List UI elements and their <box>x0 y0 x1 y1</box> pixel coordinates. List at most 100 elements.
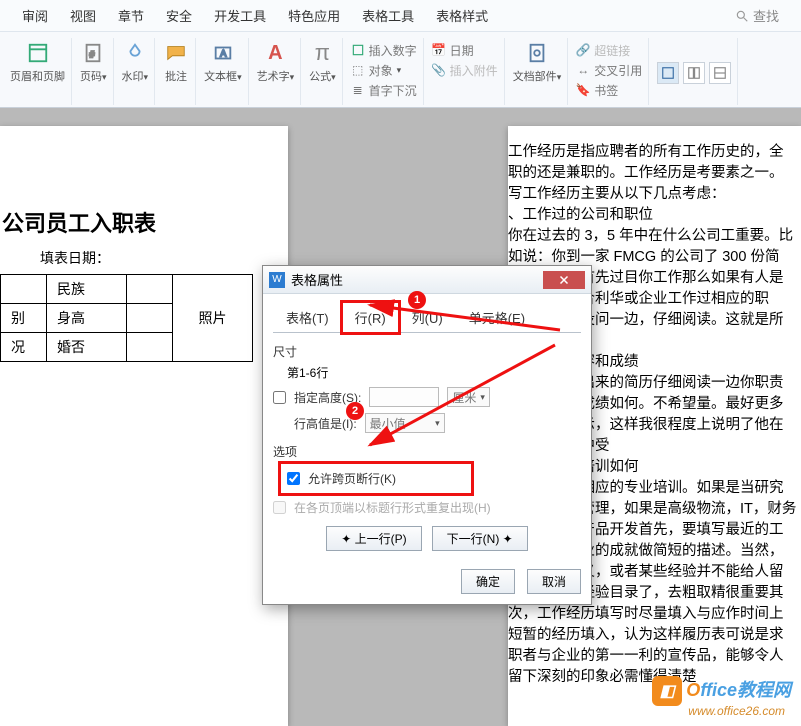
view-mode-1[interactable] <box>657 62 679 84</box>
page-num-label: 页码 <box>80 71 102 83</box>
btn-datetime[interactable]: 📅日期 <box>432 40 474 60</box>
header-footer-icon <box>25 40 51 66</box>
wm-text: ffice教程网 <box>700 680 791 700</box>
fill-date-label: 填表日期： <box>0 248 264 268</box>
rows-label: 第1-6行 <box>287 364 581 381</box>
menu-table-tools[interactable]: 表格工具 <box>362 6 414 25</box>
watermark-icon <box>122 40 148 66</box>
textbox-label: 文本框 <box>204 71 237 83</box>
group-view-mode <box>651 38 738 105</box>
watermark-logo-icon: ◧ <box>652 676 682 706</box>
size-section-label: 尺寸 <box>273 343 581 360</box>
group-formula[interactable]: π 公式▾ <box>303 38 343 105</box>
watermark: ◧Office教程网 www.office26.com <box>652 676 791 718</box>
menu-dev[interactable]: 开发工具 <box>214 6 266 25</box>
svg-text:#: # <box>90 50 96 60</box>
tab-cell[interactable]: 单元格(E) <box>456 302 538 333</box>
btn-drop-cap[interactable]: ≣ 首字下沉 <box>351 80 417 100</box>
page-left: 公司员工入职表 填表日期： 民族照片 别身高 况婚否 <box>0 126 288 726</box>
svg-text:A: A <box>220 49 227 59</box>
tab-table[interactable]: 表格(T) <box>273 302 342 333</box>
dialog-title: 表格属性 <box>291 270 343 289</box>
spec-height-label: 指定高度(S): <box>294 389 361 406</box>
view-mode-3[interactable] <box>709 62 731 84</box>
hyperlink-icon: 🔗 <box>576 43 590 57</box>
ok-button[interactable]: 确定 <box>461 569 515 594</box>
menu-view[interactable]: 视图 <box>70 6 96 25</box>
cell-gender: 别 <box>1 304 47 333</box>
row-height-is-label: 行高值是(I): <box>294 415 357 432</box>
crossref-label: 交叉引用 <box>594 62 642 79</box>
hyperlink-label: 超链接 <box>594 42 630 59</box>
menu-section[interactable]: 章节 <box>118 6 144 25</box>
group-annotation[interactable]: 批注 <box>157 38 196 105</box>
date-label: 日期 <box>450 42 474 59</box>
dropcap-label: 首字下沉 <box>369 82 417 99</box>
group-doc-parts[interactable]: 文档部件▾ <box>507 38 569 105</box>
object-icon: ⬚ <box>351 63 365 77</box>
group-wordart[interactable]: Α 艺术字▾ <box>251 38 302 105</box>
menu-special[interactable]: 特色应用 <box>288 6 340 25</box>
annotation-icon <box>163 40 189 66</box>
header-footer-label: 页眉和页脚 <box>10 68 65 84</box>
repeat-header-label: 在各页顶端以标题行形式重复出现(H) <box>294 499 491 516</box>
crossref-icon: ↔ <box>576 63 590 77</box>
app-icon: W <box>269 272 285 288</box>
tab-row[interactable]: 行(R) <box>342 302 399 333</box>
menu-table-style[interactable]: 表格样式 <box>436 6 488 25</box>
height-input[interactable] <box>369 387 439 407</box>
cell-photo: 照片 <box>173 275 253 362</box>
group-textbox[interactable]: A 文本框▾ <box>198 38 249 105</box>
group-date-attach: 📅日期 📎插入附件 <box>426 38 505 105</box>
menu-security[interactable]: 安全 <box>166 6 192 25</box>
cell-ethnic: 民族 <box>47 275 127 304</box>
min-value-label: 最小值 <box>370 415 406 432</box>
allow-break-checkbox[interactable] <box>287 472 300 485</box>
doc-title: 公司员工入职表 <box>0 206 264 238</box>
group-links: 🔗 超链接 ↔ 交叉引用 🔖书签 <box>570 38 649 105</box>
ribbon-toolbar: 页眉和页脚 # 页码▾ 水印▾ 批注 A 文本框▾ Α 艺术字▾ π 公式▾ 插… <box>0 32 801 108</box>
unit-select[interactable]: 厘米▾ <box>447 387 490 407</box>
view-mode-2[interactable] <box>683 62 705 84</box>
formula-label: 公式 <box>309 71 331 83</box>
btn-bookmark[interactable]: 🔖书签 <box>576 80 618 100</box>
dialog-titlebar[interactable]: W 表格属性 <box>263 266 591 294</box>
annotation-label: 批注 <box>165 68 187 84</box>
cancel-button[interactable]: 取消 <box>527 569 581 594</box>
group-header-footer[interactable]: 页眉和页脚 <box>4 38 72 105</box>
wordart-label: 艺术字 <box>257 71 290 83</box>
btn-cross-ref[interactable]: ↔ 交叉引用 <box>576 60 642 80</box>
row-spec-height: 指定高度(S): 厘米▾ <box>273 387 581 407</box>
menu-bar: 审阅 视图 章节 安全 开发工具 特色应用 表格工具 表格样式 查找 <box>0 0 801 32</box>
group-watermark[interactable]: 水印▾ <box>116 38 156 105</box>
table-properties-dialog: W 表格属性 表格(T) 行(R) 列(U) 单元格(E) 尺寸 第1-6行 指… <box>262 265 592 605</box>
group-page-num[interactable]: # 页码▾ <box>74 38 114 105</box>
spec-height-checkbox[interactable] <box>273 391 286 404</box>
row-height-mode-select[interactable]: 最小值▾ <box>365 413 445 433</box>
dialog-tabs: 表格(T) 行(R) 列(U) 单元格(E) <box>273 302 581 333</box>
next-row-label: 下一行(N) <box>447 532 500 546</box>
insert-number-icon <box>351 43 365 57</box>
wordart-icon: Α <box>262 40 288 66</box>
search-box[interactable]: 查找 <box>735 6 779 25</box>
menu-review[interactable]: 审阅 <box>22 6 48 25</box>
next-row-button[interactable]: 下一行(N) ✦ <box>432 526 528 551</box>
option-repeat-header: 在各页顶端以标题行形式重复出现(H) <box>273 499 581 516</box>
doc-parts-icon <box>524 40 550 66</box>
btn-object[interactable]: ⬚对象▾ <box>351 60 402 80</box>
dropcap-icon: ≣ <box>351 83 365 97</box>
btn-insert-number[interactable]: 插入数字 <box>351 40 417 60</box>
search-icon <box>735 9 749 23</box>
prev-row-button[interactable]: ✦ 上一行(P) <box>326 526 421 551</box>
close-button[interactable] <box>543 271 585 289</box>
employee-table: 民族照片 别身高 况婚否 <box>0 274 253 362</box>
dialog-buttons: 确定 取消 <box>273 569 581 594</box>
prev-row-label: 上一行(P) <box>355 532 407 546</box>
insert-number-label: 插入数字 <box>369 42 417 59</box>
table-row: 民族照片 <box>1 275 253 304</box>
tab-column[interactable]: 列(U) <box>399 302 456 333</box>
cell-status: 况 <box>1 333 47 362</box>
cell-height: 身高 <box>47 304 127 333</box>
allow-break-label: 允许跨页断行(K) <box>308 470 396 487</box>
cell-marital: 婚否 <box>47 333 127 362</box>
